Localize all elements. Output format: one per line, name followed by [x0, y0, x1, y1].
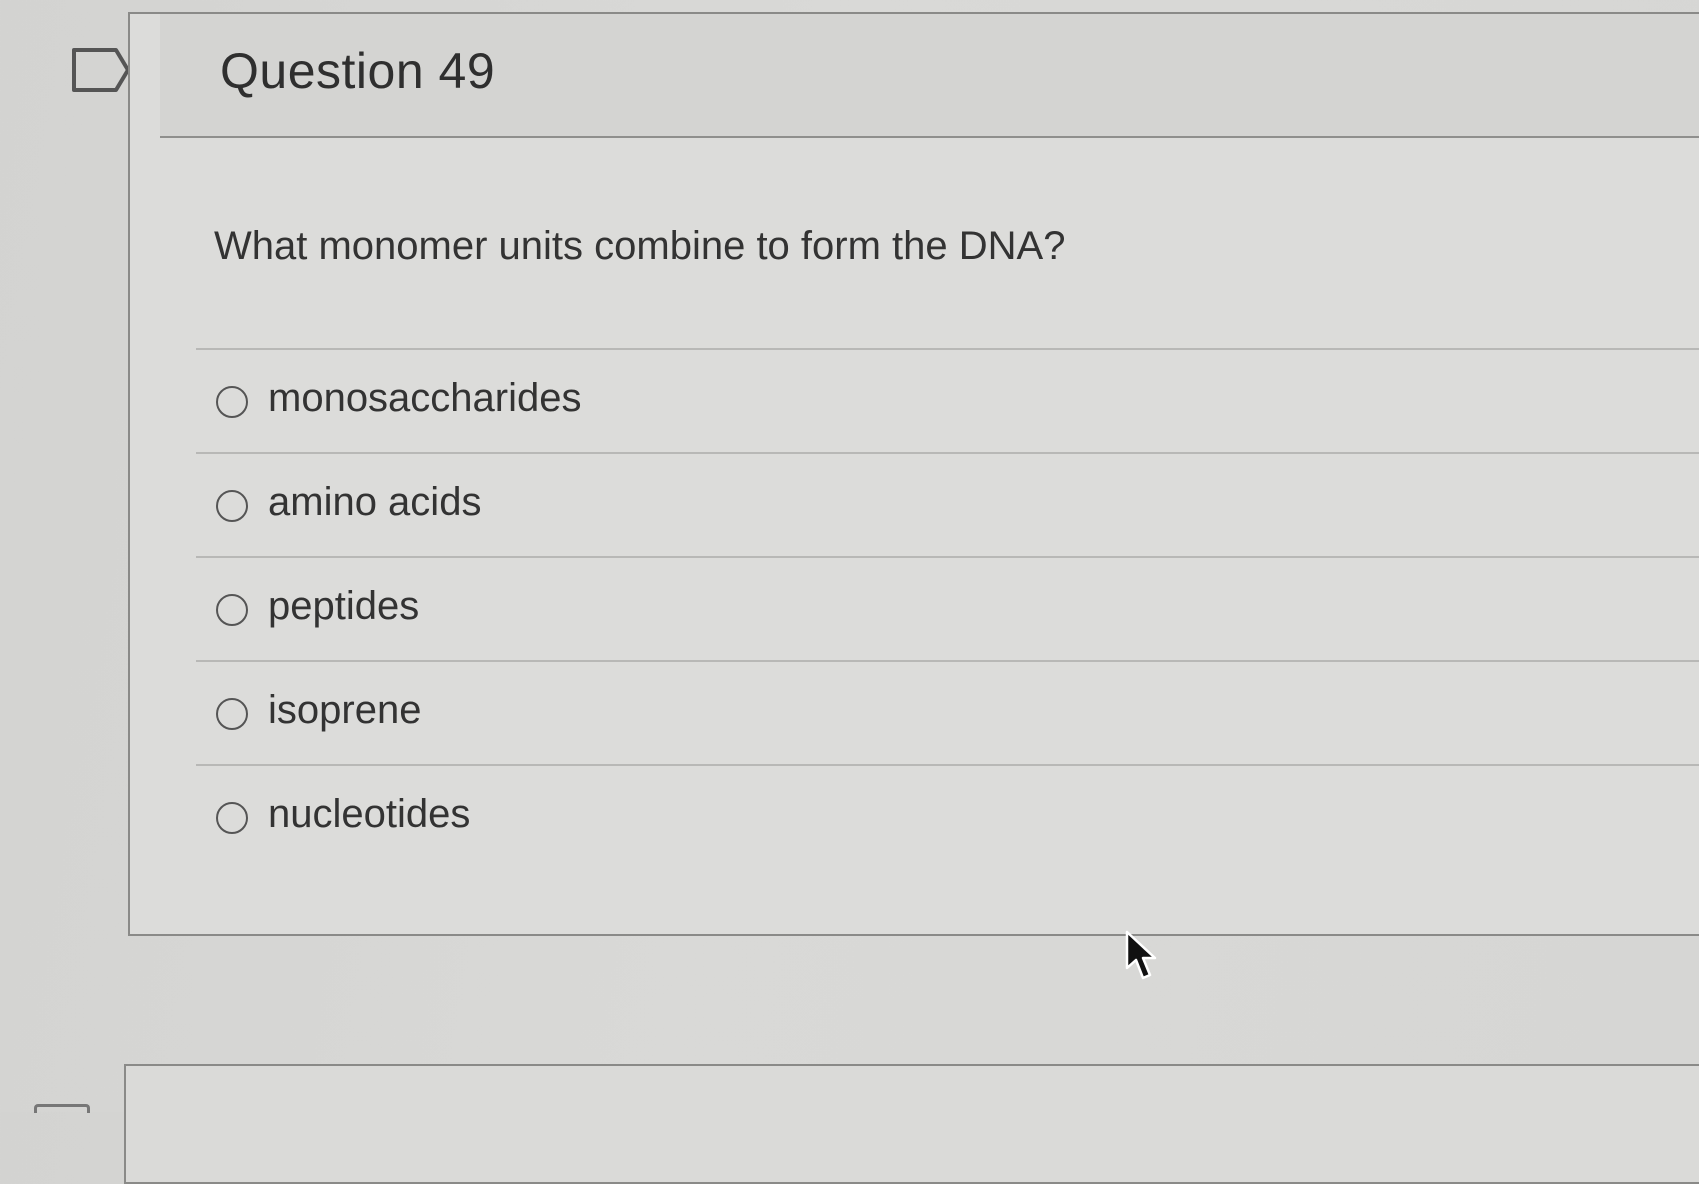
radio-button-icon[interactable]: [216, 490, 248, 522]
answer-label[interactable]: nucleotides: [268, 792, 470, 837]
mouse-pointer-icon: [1125, 930, 1157, 980]
radio-button-icon[interactable]: [216, 594, 248, 626]
answer-label[interactable]: isoprene: [268, 688, 421, 733]
answer-option-monosaccharides[interactable]: monosaccharides: [196, 350, 1699, 454]
question-card: Question 49 What monomer units combine t…: [128, 12, 1699, 936]
question-prompt: What monomer units combine to form the D…: [214, 224, 1066, 268]
radio-button-icon[interactable]: [216, 698, 248, 730]
answer-label[interactable]: peptides: [268, 584, 419, 629]
answer-option-peptides[interactable]: peptides: [196, 558, 1699, 662]
flag-question-icon[interactable]: [70, 46, 134, 94]
question-title: Question 49: [220, 43, 496, 99]
answer-option-amino-acids[interactable]: amino acids: [196, 454, 1699, 558]
question-header: Question 49: [160, 14, 1699, 138]
answer-label[interactable]: monosaccharides: [268, 376, 582, 421]
radio-button-icon[interactable]: [216, 802, 248, 834]
next-question-card: [124, 1064, 1699, 1184]
answer-label[interactable]: amino acids: [268, 480, 481, 525]
answer-option-isoprene[interactable]: isoprene: [196, 662, 1699, 766]
radio-button-icon[interactable]: [216, 386, 248, 418]
answer-option-nucleotides[interactable]: nucleotides: [196, 766, 1699, 870]
answer-list: monosaccharides amino acids peptides iso…: [196, 348, 1699, 870]
